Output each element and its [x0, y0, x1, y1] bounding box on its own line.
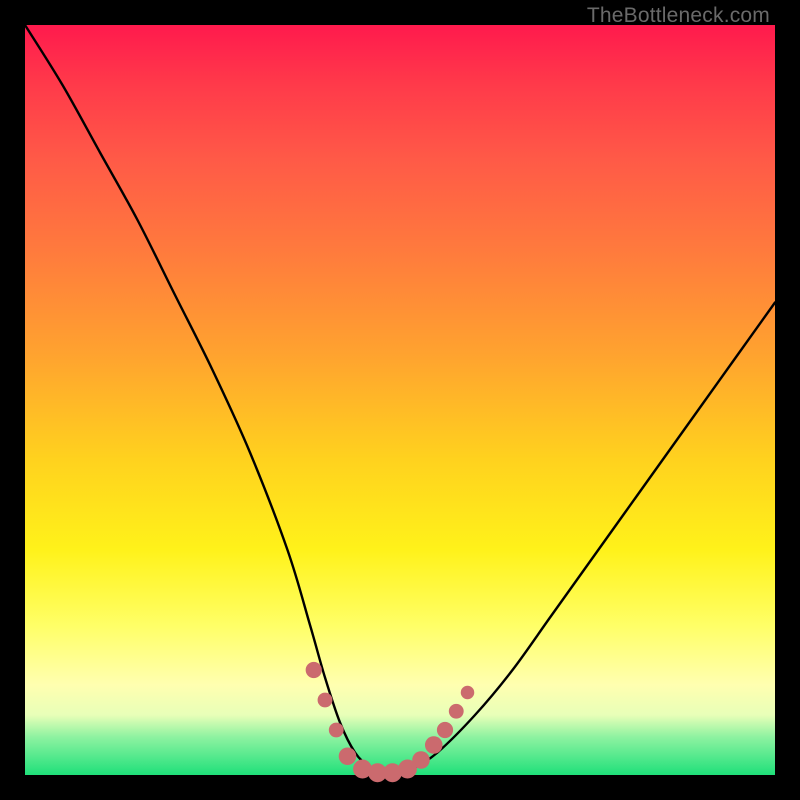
curve-marker [329, 723, 344, 738]
curve-marker [437, 722, 453, 738]
watermark-text: TheBottleneck.com [587, 4, 770, 28]
curve-markers [306, 662, 475, 782]
curve-marker [339, 747, 357, 765]
curve-marker [449, 704, 464, 719]
curve-marker [306, 662, 322, 678]
curve-marker [318, 693, 333, 708]
curve-marker [461, 686, 475, 700]
chart-frame: TheBottleneck.com [0, 0, 800, 800]
bottleneck-curve [25, 25, 775, 776]
curve-marker [412, 751, 430, 769]
chart-svg [25, 25, 775, 775]
chart-plot-area [25, 25, 775, 775]
curve-marker [425, 736, 443, 754]
